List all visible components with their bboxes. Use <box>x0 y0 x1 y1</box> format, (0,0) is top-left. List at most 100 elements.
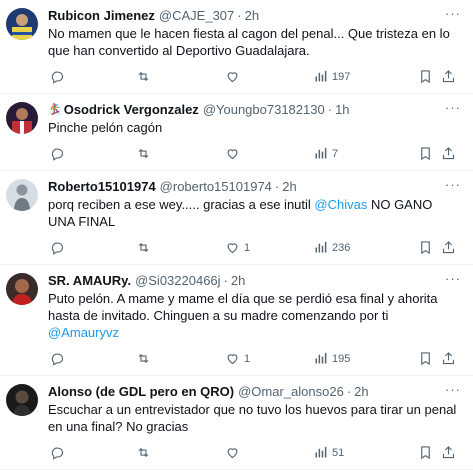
timestamp[interactable]: 1h <box>335 102 349 117</box>
display-name[interactable]: SR. AMAURy. <box>48 273 131 288</box>
tweet[interactable]: Rubicon Jimenez @CAJE_307 · 2h ··· No ma… <box>0 0 473 94</box>
bookmark-icon <box>421 70 430 84</box>
timestamp[interactable]: 2h <box>231 273 245 288</box>
like-count: 1 <box>244 241 251 254</box>
action-bar: 1 195 <box>48 347 461 375</box>
avatar[interactable] <box>6 384 38 416</box>
timestamp[interactable]: 2h <box>245 8 259 23</box>
bookmark-icon <box>421 241 430 255</box>
reply-icon <box>51 447 64 460</box>
user-handle[interactable]: @Omar_alonso26 <box>238 384 344 399</box>
display-name[interactable]: Roberto15101974 <box>48 179 156 194</box>
bookmark-button[interactable] <box>418 351 433 366</box>
bookmark-icon <box>421 352 430 366</box>
display-name[interactable]: Alonso (de GDL pero en QRO) <box>48 384 234 399</box>
tweet-text-content: Puto pelón. A mame y mame el día que se … <box>48 291 438 323</box>
heart-icon <box>227 448 238 459</box>
like-button[interactable] <box>225 146 240 161</box>
tweet[interactable]: SR. AMAURy. @Si03220466j · 2h ··· Puto p… <box>0 265 473 376</box>
user-handle[interactable]: @Youngbo73182130 <box>203 102 325 117</box>
retweet-button[interactable] <box>136 69 151 84</box>
retweet-button[interactable] <box>136 146 151 161</box>
more-options-button[interactable]: ··· <box>445 382 461 397</box>
views-icon <box>315 147 327 159</box>
retweet-icon <box>138 447 149 458</box>
reply-icon <box>51 242 64 255</box>
mention-link[interactable]: @Chivas <box>314 197 367 212</box>
retweet-icon <box>138 353 149 364</box>
reply-button[interactable] <box>50 445 65 460</box>
bookmark-button[interactable] <box>418 240 433 255</box>
heart-icon <box>227 149 238 160</box>
more-options-button[interactable]: ··· <box>445 100 461 115</box>
bookmark-button[interactable] <box>418 445 433 460</box>
views-count: 51 <box>332 446 345 459</box>
separator-dot: · <box>346 383 352 399</box>
reply-icon <box>51 71 64 84</box>
avatar[interactable] <box>6 102 38 134</box>
avatar[interactable] <box>6 8 38 40</box>
action-bar: 51 <box>48 441 461 469</box>
views-button[interactable]: 197 <box>313 69 350 84</box>
like-button[interactable] <box>225 69 240 84</box>
tweet[interactable]: 🏂 Osodrick Vergonzalez @Youngbo73182130 … <box>0 94 473 171</box>
tweet[interactable]: Roberto15101974 @roberto15101974 · 2h ··… <box>0 171 473 265</box>
views-button[interactable]: 236 <box>313 240 350 255</box>
tweet[interactable]: Alonso (de GDL pero en QRO) @Omar_alonso… <box>0 376 473 470</box>
tweet-text: porq reciben a ese wey..... gracias a es… <box>48 196 461 230</box>
bookmark-icon <box>421 446 430 460</box>
reply-button[interactable] <box>50 240 65 255</box>
retweet-button[interactable] <box>136 445 151 460</box>
user-handle[interactable]: @roberto15101974 <box>160 179 272 194</box>
share-button[interactable] <box>441 146 456 161</box>
retweet-button[interactable] <box>136 351 151 366</box>
views-button[interactable]: 195 <box>313 351 350 366</box>
user-handle[interactable]: @Si03220466j <box>135 273 220 288</box>
share-button[interactable] <box>441 240 456 255</box>
views-button[interactable]: 7 <box>313 146 338 161</box>
share-icon <box>442 241 455 254</box>
retweet-icon <box>138 148 149 159</box>
snowboarder-emoji: 🏂 <box>48 103 62 116</box>
user-handle[interactable]: @CAJE_307 <box>159 8 234 23</box>
avatar[interactable] <box>6 273 38 305</box>
like-button[interactable]: 1 <box>225 351 250 366</box>
more-options-button[interactable]: ··· <box>445 6 461 21</box>
reply-icon <box>51 353 64 366</box>
tweet-header: Roberto15101974 @roberto15101974 · 2h <box>48 177 461 195</box>
share-button[interactable] <box>441 69 456 84</box>
tweet-text: Pinche pelón cagón <box>48 119 461 136</box>
share-icon <box>442 352 455 365</box>
timestamp[interactable]: 2h <box>354 384 368 399</box>
timestamp[interactable]: 2h <box>282 179 296 194</box>
views-icon <box>315 241 327 253</box>
bookmark-button[interactable] <box>418 69 433 84</box>
avatar[interactable] <box>6 179 38 211</box>
bookmark-icon <box>421 147 430 161</box>
mention-link[interactable]: @Amauryvz <box>48 325 119 340</box>
reply-button[interactable] <box>50 351 65 366</box>
reply-button[interactable] <box>50 146 65 161</box>
like-button[interactable]: 1 <box>225 240 250 255</box>
tweet-header: Alonso (de GDL pero en QRO) @Omar_alonso… <box>48 382 461 400</box>
more-options-button[interactable]: ··· <box>445 271 461 286</box>
reply-feed: Rubicon Jimenez @CAJE_307 · 2h ··· No ma… <box>0 0 473 470</box>
action-bar: 7 <box>48 142 461 170</box>
share-button[interactable] <box>441 445 456 460</box>
views-count: 197 <box>332 70 351 83</box>
more-options-button[interactable]: ··· <box>445 177 461 192</box>
retweet-button[interactable] <box>136 240 151 255</box>
views-count: 236 <box>332 241 351 254</box>
tweet-text-content: Escuchar a un entrevistador que no tuvo … <box>48 402 457 434</box>
display-name[interactable]: Rubicon Jimenez <box>48 8 155 23</box>
reply-button[interactable] <box>50 69 65 84</box>
share-button[interactable] <box>441 351 456 366</box>
display-name[interactable]: Osodrick Vergonzalez <box>64 102 199 117</box>
action-bar: 1 236 <box>48 236 461 264</box>
share-icon <box>442 70 455 83</box>
tweet-text: Puto pelón. A mame y mame el día que se … <box>48 290 461 341</box>
tweet-header: 🏂 Osodrick Vergonzalez @Youngbo73182130 … <box>48 100 461 118</box>
views-button[interactable]: 51 <box>313 445 344 460</box>
like-button[interactable] <box>225 445 240 460</box>
bookmark-button[interactable] <box>418 146 433 161</box>
